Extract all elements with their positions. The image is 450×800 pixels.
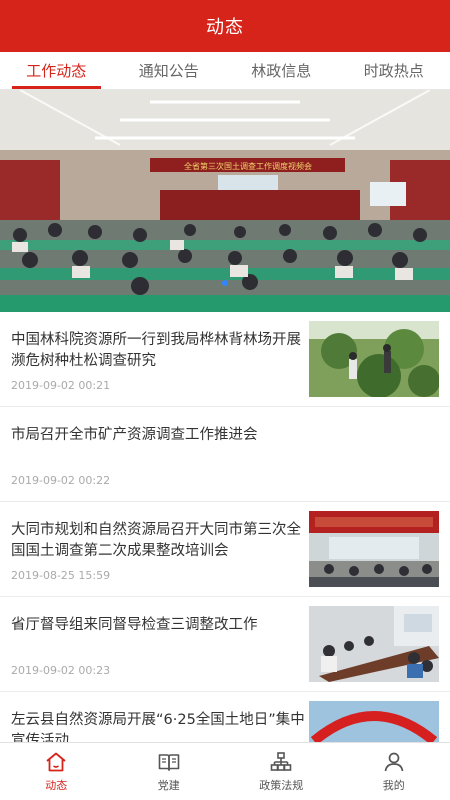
nav-item-party-building[interactable]: 党建	[113, 743, 226, 800]
banner-carousel[interactable]: 全省第三次国土调查工作调度视频会	[0, 90, 450, 312]
news-title: 左云县自然资源局开展“6·25全国土地日”集中宣传活动	[11, 712, 305, 742]
home-icon	[46, 752, 66, 772]
news-list: 中国林科院资源所一行到我局桦林背林场开展濒危树种杜松调查研究 2019-09-0…	[0, 312, 450, 742]
page-title: 动态	[206, 17, 244, 38]
news-thumbnail	[309, 606, 439, 682]
nav-label: 党建	[157, 779, 180, 792]
tab-label: 工作动态	[26, 62, 87, 80]
news-thumbnail	[309, 321, 439, 397]
tab-label: 时政热点	[363, 62, 424, 80]
app-header: 动态	[0, 0, 450, 52]
news-item[interactable]: 左云县自然资源局开展“6·25全国土地日”集中宣传活动	[0, 692, 450, 742]
news-title: 大同市规划和自然资源局召开大同市第三次全国国土调查第二次成果整改培训会	[11, 522, 301, 559]
tab-current-affairs[interactable]: 时政热点	[338, 52, 450, 89]
carousel-dot[interactable]	[222, 280, 228, 286]
user-icon	[384, 752, 404, 772]
news-date: 2019-08-25 15:59	[11, 569, 111, 582]
nav-item-news[interactable]: 动态	[0, 743, 113, 800]
news-date: 2019-09-02 00:21	[11, 379, 111, 392]
tab-work-news[interactable]: 工作动态	[0, 52, 113, 89]
news-date: 2019-09-02 00:22	[11, 474, 111, 487]
news-date: 2019-09-02 00:23	[11, 664, 111, 677]
org-chart-icon	[270, 752, 292, 771]
news-item[interactable]: 中国林科院资源所一行到我局桦林背林场开展濒危树种杜松调查研究 2019-09-0…	[0, 312, 450, 407]
news-thumbnail	[309, 511, 439, 587]
bottom-navigation: 动态 党建 政策法规 我的	[0, 742, 450, 800]
news-item[interactable]: 市局召开全市矿产资源调查工作推进会 2019-09-02 00:22	[0, 407, 450, 502]
banner-caption: 全省第三次国土调查工作调度视频会	[184, 161, 312, 171]
banner-image: 全省第三次国土调查工作调度视频会	[0, 90, 450, 312]
nav-label: 政策法规	[259, 779, 304, 792]
nav-item-profile[interactable]: 我的	[338, 743, 450, 800]
tab-label: 林政信息	[251, 62, 312, 80]
category-tabs: 工作动态 通知公告 林政信息 时政热点	[0, 52, 450, 90]
tab-forestry-info[interactable]: 林政信息	[225, 52, 338, 89]
news-title: 省厅督导组来同督导检查三调整改工作	[11, 617, 258, 633]
nav-item-policy[interactable]: 政策法规	[225, 743, 338, 800]
tab-label: 通知公告	[138, 62, 199, 80]
news-title: 中国林科院资源所一行到我局桦林背林场开展濒危树种杜松调查研究	[11, 332, 301, 369]
news-item[interactable]: 大同市规划和自然资源局召开大同市第三次全国国土调查第二次成果整改培训会 2019…	[0, 502, 450, 597]
news-item[interactable]: 省厅督导组来同督导检查三调整改工作 2019-09-02 00:23	[0, 597, 450, 692]
book-icon	[158, 754, 180, 771]
news-title: 市局召开全市矿产资源调查工作推进会	[11, 427, 258, 443]
tab-notices[interactable]: 通知公告	[113, 52, 226, 89]
carousel-indicator	[0, 280, 450, 286]
news-thumbnail	[309, 701, 439, 742]
nav-label: 动态	[45, 779, 68, 792]
nav-label: 我的	[382, 779, 405, 792]
